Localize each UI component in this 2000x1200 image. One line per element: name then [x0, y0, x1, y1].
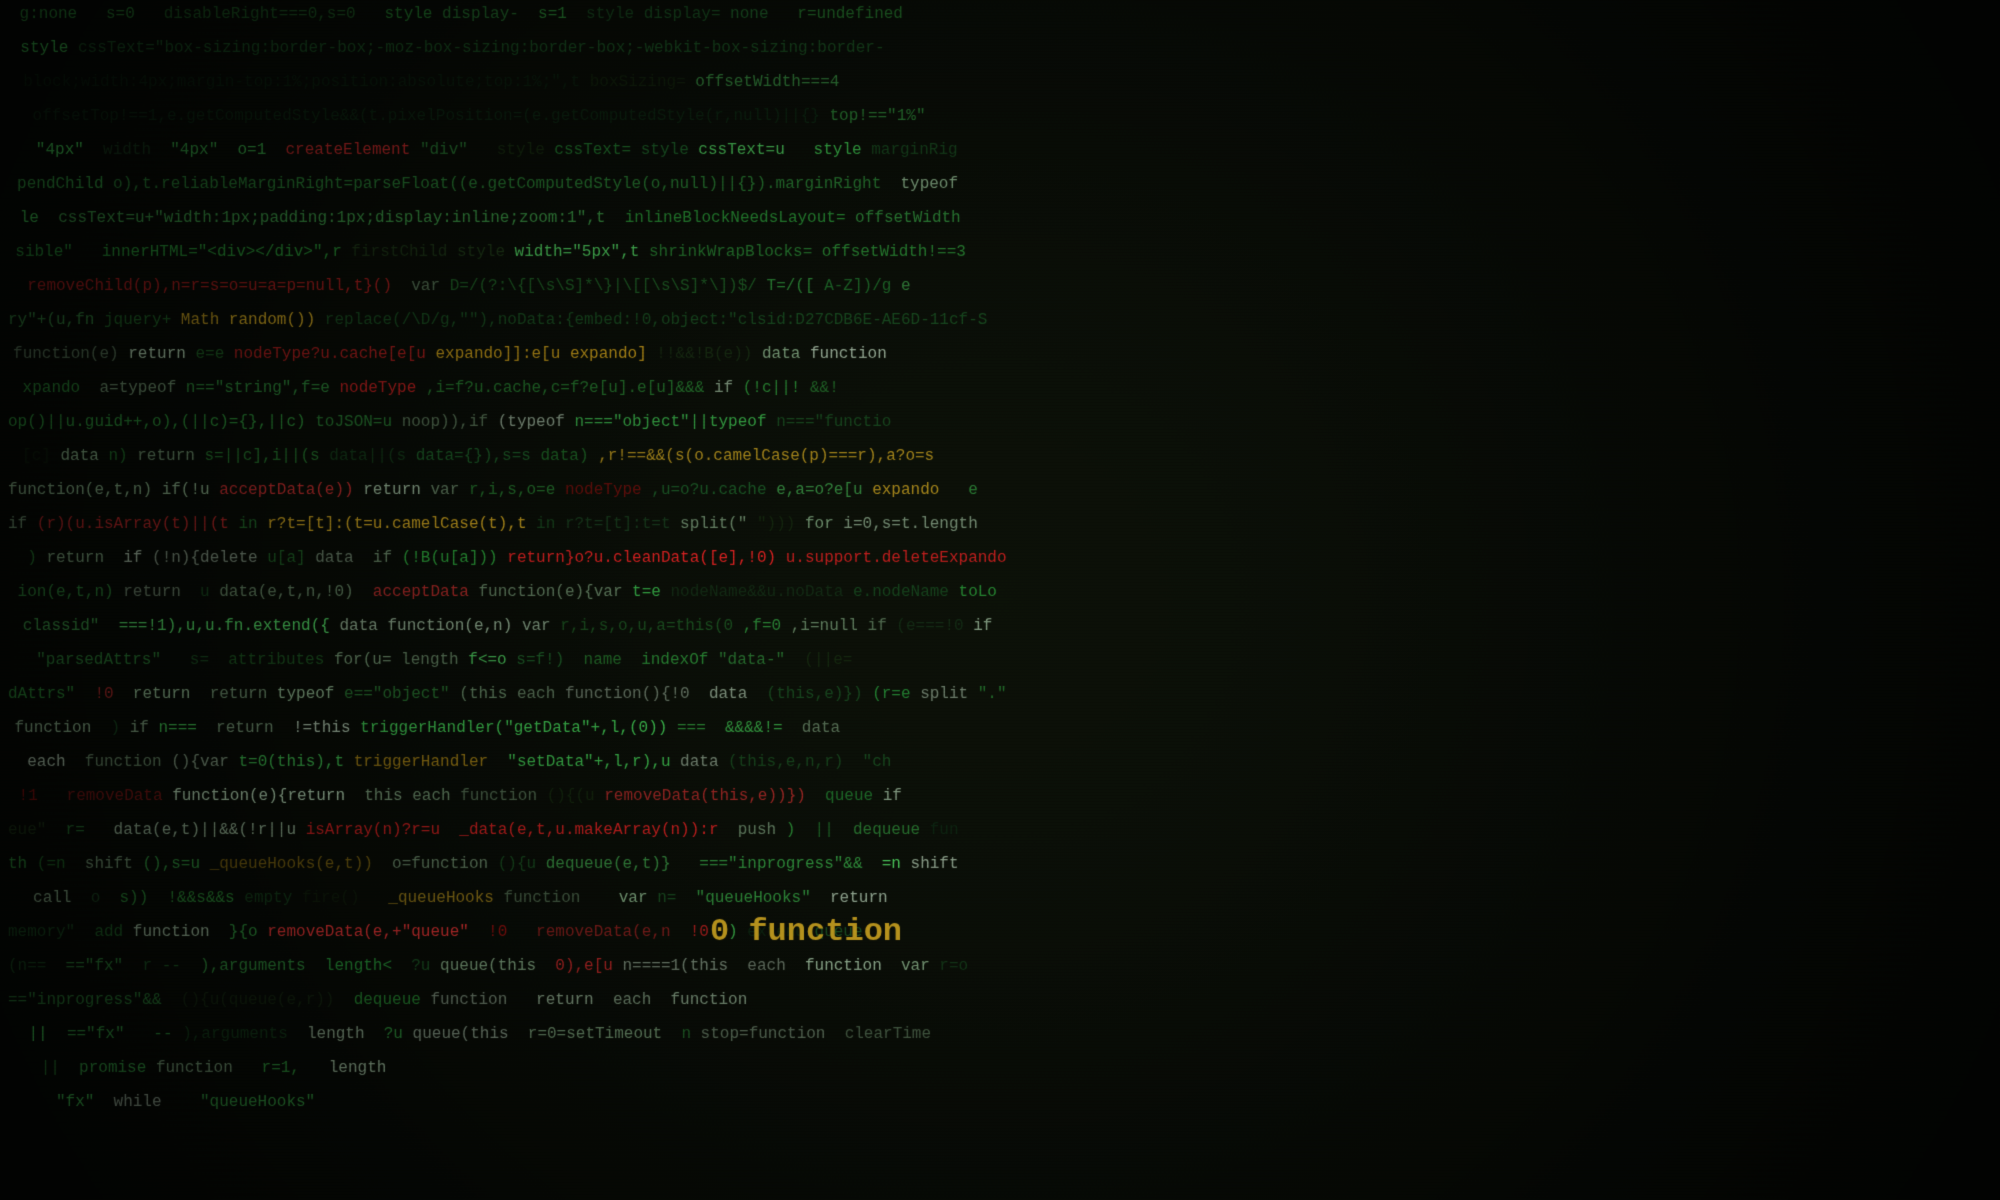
code-visualization: [0, 0, 2000, 1200]
